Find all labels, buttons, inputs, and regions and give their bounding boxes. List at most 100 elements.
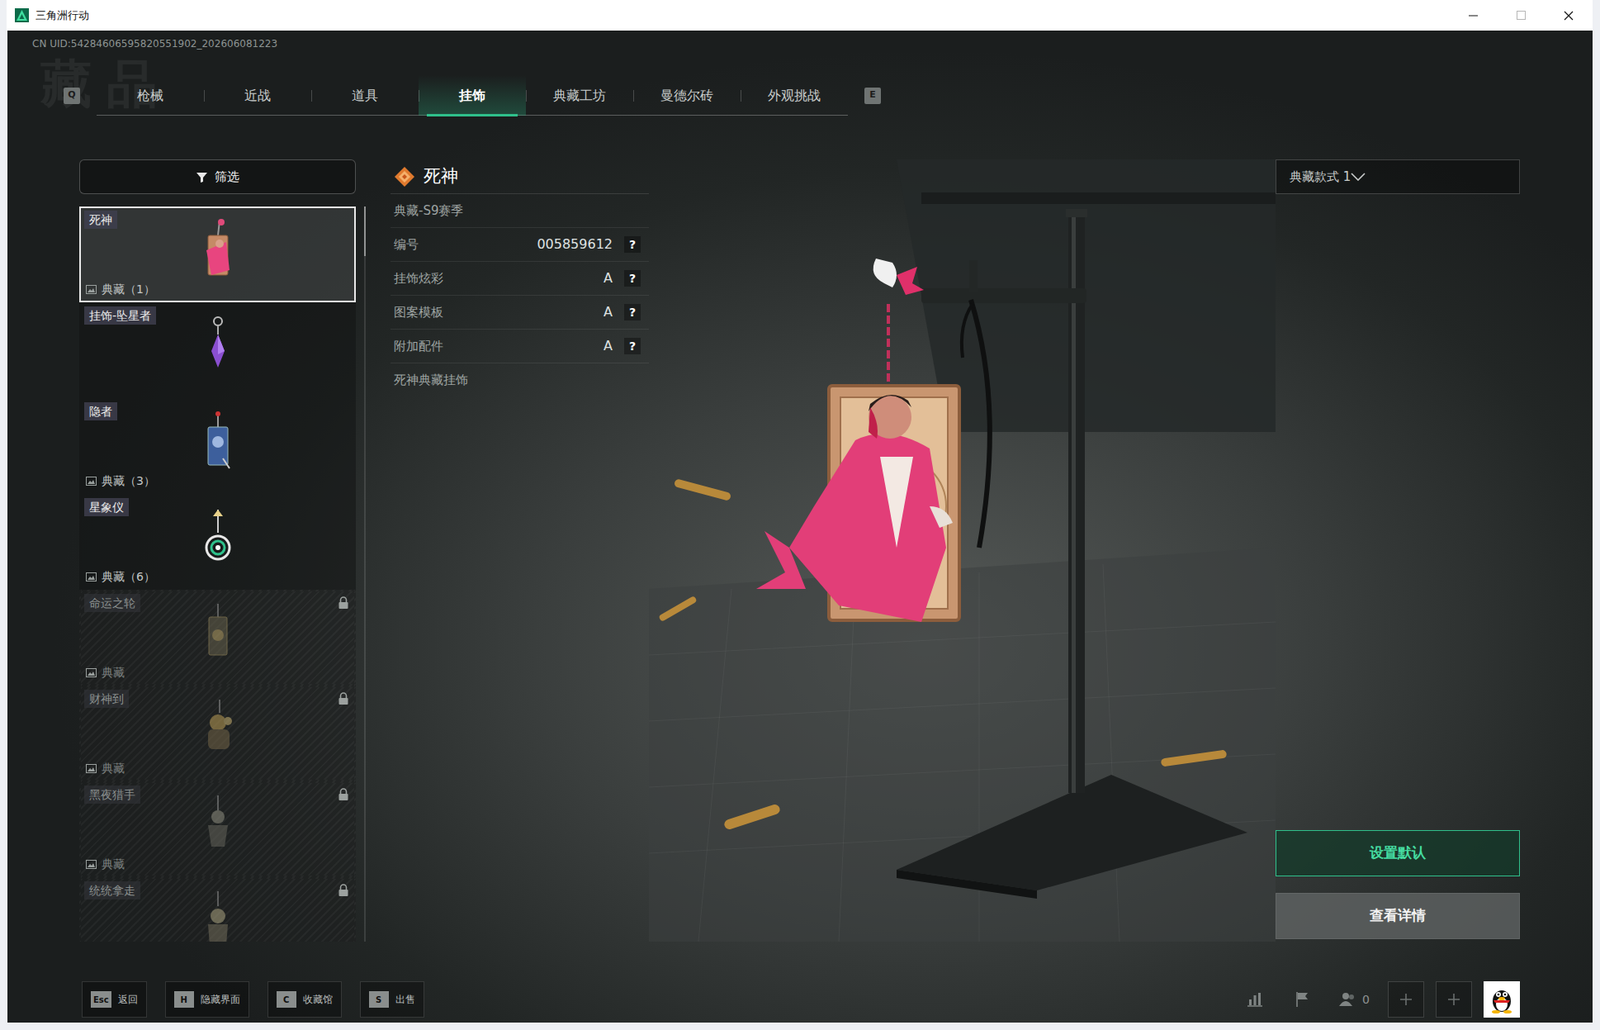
help-button[interactable]: ? (624, 337, 641, 355)
category-tab[interactable]: 道具 (311, 75, 419, 116)
friends-icon (1339, 991, 1358, 1007)
charm-item[interactable]: 命运之轮典藏 (79, 589, 356, 686)
collection-count: 典藏（6） (101, 568, 156, 585)
system-tray: 0 (1236, 980, 1520, 1018)
lock-icon (337, 787, 350, 801)
charm-thumbnail (197, 885, 239, 942)
shortcut-key: S (369, 990, 389, 1008)
help-button[interactable]: ? (624, 269, 641, 287)
category-tab[interactable]: 挂饰 (418, 75, 526, 116)
chevron-down-icon (1350, 172, 1366, 181)
category-tab[interactable]: 枪械 (96, 75, 204, 116)
flag-icon (1295, 990, 1311, 1008)
charm-preview[interactable] (648, 159, 1276, 942)
collection-count: 典藏 (101, 759, 125, 777)
shortcut-label: 收藏馆 (302, 991, 333, 1007)
filter-label: 筛选 (214, 167, 240, 187)
collection-label: 典藏 (85, 759, 125, 777)
style-dropdown[interactable]: 典藏款式 1 (1275, 159, 1520, 195)
charm-item[interactable]: 财神到典藏 (79, 685, 356, 782)
picture-icon (85, 572, 97, 582)
plus-icon (1447, 992, 1461, 1006)
attribute-row: 图案模板 A? (390, 295, 649, 330)
charm-item[interactable]: 星象仪典藏（6） (79, 493, 356, 590)
bottom-bar: Esc 返回 H隐藏界面 C收藏馆 S 出售 0 (7, 979, 1593, 1018)
attribute-label: 附加配件 (393, 336, 444, 356)
plus-icon (1399, 992, 1413, 1006)
attribute-value: A (603, 302, 613, 322)
picture-icon (85, 859, 97, 869)
category-tab[interactable]: 近战 (203, 75, 312, 116)
charm-name: 死神 (84, 210, 118, 229)
prev-tab-key[interactable]: Q (63, 87, 81, 105)
game-screen: 藏品 CN UID:54284606595820551902_202606081… (7, 30, 1593, 1023)
collection-label: 典藏 (85, 663, 125, 681)
stats-button[interactable] (1236, 980, 1274, 1018)
charm-thumbnail (197, 214, 239, 286)
charm-thumbnail (197, 406, 239, 478)
collection-count: 典藏 (101, 855, 125, 872)
shortcut-hint[interactable]: C收藏馆 (267, 980, 342, 1018)
flag-button[interactable] (1284, 980, 1321, 1018)
shortcut-hint[interactable]: Esc 返回 (81, 980, 147, 1018)
add-slot-button[interactable] (1435, 980, 1473, 1018)
maximize-button (1496, 0, 1545, 31)
shortcut-label: 隐藏界面 (200, 991, 241, 1007)
picture-icon (85, 763, 97, 773)
shortcut-hint[interactable]: S 出售 (359, 980, 425, 1018)
filter-button[interactable]: 筛选 (79, 159, 356, 195)
list-scrollbar[interactable] (364, 206, 366, 942)
charm-item[interactable]: 黑夜猎手典藏 (79, 781, 356, 877)
charm-thumbnail (197, 789, 239, 861)
collection-label: 典藏（6） (85, 568, 156, 585)
category-tab[interactable]: 曼德尔砖 (633, 75, 741, 116)
charm-item[interactable]: 挂饰-坠星者 (79, 302, 356, 398)
detail-panel: 死神典藏-S9赛季编号005859612?挂饰炫彩A?图案模板A?附加配件A?死… (390, 159, 649, 942)
uid-label: CN UID:54284606595820551902_202606081223 (7, 37, 1593, 51)
collection-count: 典藏（3） (101, 472, 156, 489)
view-details-button[interactable]: 查看详情 (1275, 892, 1520, 939)
lock-icon (337, 883, 350, 897)
charm-thumbnail (197, 597, 239, 669)
attribute-label: 图案模板 (393, 302, 444, 322)
attribute-value: A (603, 336, 613, 356)
close-button[interactable] (1544, 0, 1593, 31)
picture-icon (85, 667, 97, 677)
charm-thumbnail (197, 501, 239, 573)
next-tab-key[interactable]: E (864, 87, 881, 105)
shortcut-key: Esc (90, 990, 112, 1008)
shortcut-label: 返回 (118, 991, 138, 1007)
tab-list: 枪械近战道具挂饰典藏工坊曼德尔砖外观挑战 (96, 75, 848, 116)
charm-name: 隐者 (84, 402, 118, 421)
add-slot-button[interactable] (1387, 980, 1425, 1018)
bar-chart-icon (1246, 991, 1264, 1007)
attribute-row: 附加配件 A? (390, 329, 649, 364)
help-button[interactable]: ? (624, 303, 641, 321)
charm-name: 星象仪 (84, 497, 129, 516)
title-bar: 三角洲行动 (6, 0, 1593, 31)
charm-item[interactable]: 死神典藏（1） (79, 206, 356, 303)
lock-icon (337, 596, 350, 610)
help-button[interactable]: ? (624, 236, 641, 253)
collection-label: 典藏（3） (85, 472, 156, 489)
charm-description: 死神典藏挂饰 (393, 370, 469, 390)
category-tab[interactable]: 典藏工坊 (525, 75, 634, 116)
set-default-button[interactable]: 设置默认 (1275, 829, 1520, 876)
scroll-thumb[interactable] (364, 206, 366, 256)
category-tab[interactable]: 外观挑战 (740, 75, 848, 116)
charm-item[interactable]: 统统拿走 (79, 876, 356, 942)
friends-button[interactable]: 0 (1332, 980, 1377, 1018)
season-label: 典藏-S9赛季 (393, 201, 464, 221)
dropdown-value: 典藏款式 1 (1289, 167, 1351, 187)
attribute-label: 编号 (393, 235, 419, 255)
charm-item[interactable]: 隐者典藏（3） (79, 397, 356, 494)
attribute-value: 005859612 (536, 234, 613, 255)
shortcut-hint[interactable]: H隐藏界面 (165, 980, 250, 1018)
collection-count: 典藏 (101, 663, 125, 681)
lock-icon (337, 691, 350, 706)
minimize-button[interactable] (1448, 0, 1497, 31)
avatar-button[interactable] (1483, 980, 1520, 1018)
shortcut-label: 出售 (395, 991, 416, 1007)
charm-name: 统统拿走 (84, 880, 141, 900)
charm-name: 财神到 (84, 689, 129, 708)
